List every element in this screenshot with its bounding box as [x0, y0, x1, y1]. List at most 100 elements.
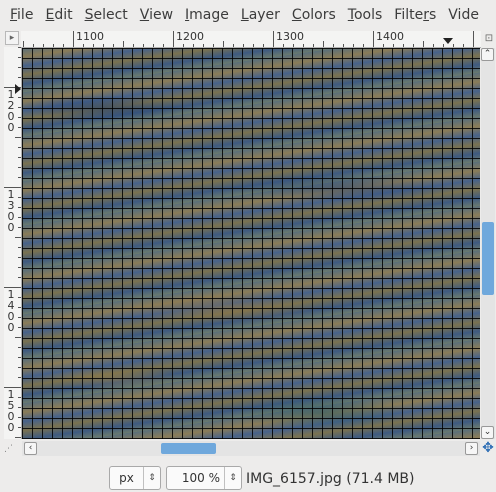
vertical-ruler[interactable]: 1200130014001500: [4, 47, 22, 439]
ruler-tick: [63, 44, 64, 47]
ruler-tick: [233, 44, 234, 47]
ruler-tick: [243, 44, 244, 47]
zoom-navigation-icon[interactable]: ⊡: [482, 31, 496, 47]
menu-vide[interactable]: Vide: [442, 7, 485, 23]
menu-filters[interactable]: Filters: [388, 7, 442, 23]
menu-layer[interactable]: Layer: [235, 7, 286, 23]
image-canvas[interactable]: [22, 48, 480, 439]
ruler-tick: [15, 237, 21, 238]
ruler-tick: [373, 31, 374, 47]
horizontal-ruler-label: 1200: [176, 31, 204, 43]
ruler-tick: [18, 67, 21, 68]
ruler-tick: [283, 44, 284, 47]
ruler-tick: [18, 357, 21, 358]
vertical-ruler-label: 0: [7, 321, 15, 334]
navigate-icon[interactable]: ✥: [481, 441, 495, 456]
ruler-tick: [223, 41, 224, 47]
vertical-scrollbar[interactable]: ⌃ ⌄: [481, 48, 495, 439]
ruler-tick: [173, 31, 174, 47]
ruler-tick: [15, 137, 21, 138]
ruler-tick: [383, 44, 384, 47]
menu-file[interactable]: File: [0, 7, 39, 23]
ruler-tick: [18, 47, 21, 48]
ruler-tick: [113, 44, 114, 47]
ruler-tick: [193, 44, 194, 47]
horizontal-ruler-label: 1400: [376, 31, 404, 43]
ruler-tick: [18, 77, 21, 78]
ruler-tick: [143, 44, 144, 47]
ruler-tick: [18, 227, 21, 228]
ruler-tick: [183, 44, 184, 47]
ruler-tick: [15, 337, 21, 338]
horizontal-ruler[interactable]: 1100 1200 1300 1400: [21, 31, 481, 48]
ruler-tick: [133, 44, 134, 47]
zoom-dropdown-icon[interactable]: ⇕: [224, 467, 241, 489]
ruler-tick: [163, 44, 164, 47]
ruler-tick: [18, 107, 21, 108]
ruler-tick: [18, 297, 21, 298]
ruler-tick: [213, 44, 214, 47]
quick-mask-icon[interactable]: ⋰: [4, 443, 18, 455]
ruler-tick: [18, 257, 21, 258]
ruler-tick: [473, 31, 474, 47]
menu-colors[interactable]: Colors: [286, 7, 342, 23]
menu-edit[interactable]: Edit: [39, 7, 78, 23]
ruler-tick: [18, 127, 21, 128]
zoom-selector[interactable]: 100 % ⇕: [166, 466, 242, 490]
ruler-tick: [18, 407, 21, 408]
image-status-text: IMG_6157.jpg (71.4 MB): [246, 471, 415, 487]
ruler-tick: [413, 44, 414, 47]
menubar: File Edit Select View Image Layer Colors Tools F…: [0, 0, 496, 30]
ruler-tick: [33, 44, 34, 47]
ruler-tick: [18, 367, 21, 368]
scroll-down-button[interactable]: ⌄: [481, 426, 494, 439]
ruler-tick: [273, 31, 274, 47]
ruler-tick: [353, 44, 354, 47]
ruler-tick: [363, 44, 364, 47]
horizontal-scrollbar[interactable]: ‹ ›: [22, 441, 480, 456]
ruler-tick: [333, 44, 334, 47]
vertical-scrollbar-thumb[interactable]: [482, 222, 494, 295]
ruler-tick: [18, 397, 21, 398]
ruler-tick: [53, 44, 54, 47]
menu-tools[interactable]: Tools: [342, 7, 389, 23]
ruler-tick: [18, 307, 21, 308]
vertical-ruler-pointer-marker: [15, 84, 21, 94]
ruler-tick: [18, 177, 21, 178]
ruler-tick: [303, 44, 304, 47]
ruler-tick: [203, 44, 204, 47]
menu-select[interactable]: Select: [79, 7, 134, 23]
horizontal-ruler-label: 1300: [276, 31, 304, 43]
unit-selector[interactable]: px ⇕: [109, 466, 161, 490]
ruler-tick: [453, 44, 454, 47]
scroll-left-button[interactable]: ‹: [24, 442, 37, 455]
ruler-tick: [18, 197, 21, 198]
scroll-up-button[interactable]: ⌃: [481, 48, 494, 61]
ruler-tick: [433, 44, 434, 47]
vertical-ruler-label: 0: [7, 421, 15, 434]
horizontal-ruler-label: 1100: [76, 31, 104, 43]
horizontal-scrollbar-thumb[interactable]: [161, 443, 216, 454]
ruler-tick: [43, 44, 44, 47]
scroll-right-button[interactable]: ›: [465, 442, 478, 455]
ruler-tick: [15, 437, 21, 438]
ruler-tick: [18, 147, 21, 148]
ruler-tick: [18, 317, 21, 318]
ruler-tick: [313, 44, 314, 47]
zoom-value[interactable]: 100 %: [167, 471, 224, 485]
ruler-tick: [18, 207, 21, 208]
ruler-corner-icon[interactable]: ▸: [5, 31, 19, 45]
ruler-tick: [18, 277, 21, 278]
menu-image[interactable]: Image: [179, 7, 235, 23]
ruler-tick: [18, 157, 21, 158]
ruler-tick: [18, 217, 21, 218]
ruler-tick: [23, 41, 24, 47]
menu-view[interactable]: View: [134, 7, 179, 23]
ruler-tick: [18, 117, 21, 118]
ruler-tick: [83, 44, 84, 47]
unit-dropdown-icon[interactable]: ⇕: [143, 467, 160, 489]
ruler-tick: [18, 247, 21, 248]
ruler-tick: [343, 44, 344, 47]
ruler-tick: [253, 44, 254, 47]
unit-value: px: [119, 471, 134, 485]
